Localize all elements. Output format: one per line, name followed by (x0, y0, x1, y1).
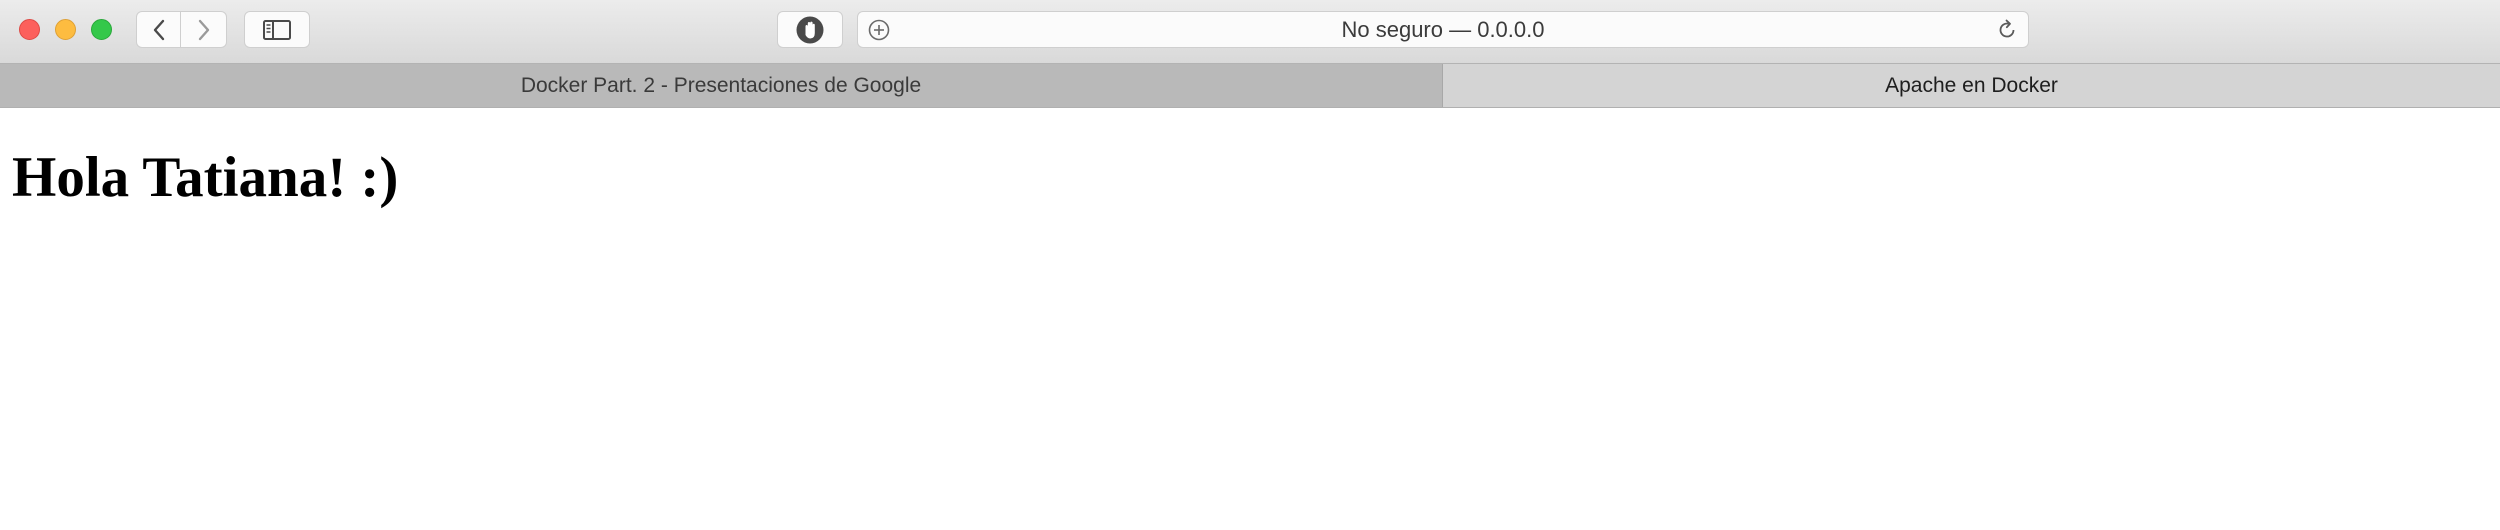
tab-label: Apache en Docker (1885, 74, 2058, 97)
address-bar[interactable]: No seguro — 0.0.0.0 (857, 11, 2029, 48)
content-blocker-button[interactable] (777, 11, 843, 48)
page-content: Hola Tatiana! :) (0, 108, 2500, 530)
hand-icon (796, 16, 824, 43)
navigation-buttons (136, 11, 227, 48)
tab-label: Docker Part. 2 - Presentaciones de Googl… (520, 74, 922, 97)
window-zoom-button[interactable] (91, 19, 112, 40)
sidebar-icon (263, 19, 291, 40)
tab-apache-en-docker[interactable]: Apache en Docker (1443, 64, 2500, 107)
tab-bar: Docker Part. 2 - Presentaciones de Googl… (0, 63, 2500, 108)
address-text: No seguro — 0.0.0.0 (1341, 17, 1545, 42)
back-button[interactable] (136, 11, 181, 48)
window-minimize-button[interactable] (55, 19, 76, 40)
sidebar-button[interactable] (244, 11, 310, 48)
forward-button[interactable] (181, 11, 227, 48)
chevron-left-icon (153, 19, 164, 40)
reload-icon[interactable] (1996, 19, 2018, 41)
window-close-button[interactable] (19, 19, 40, 40)
tab-docker-presentaciones[interactable]: Docker Part. 2 - Presentaciones de Googl… (0, 64, 1443, 107)
chevron-right-icon (198, 19, 209, 40)
page-heading: Hola Tatiana! :) (12, 146, 399, 209)
browser-toolbar: No seguro — 0.0.0.0 (0, 0, 2500, 63)
